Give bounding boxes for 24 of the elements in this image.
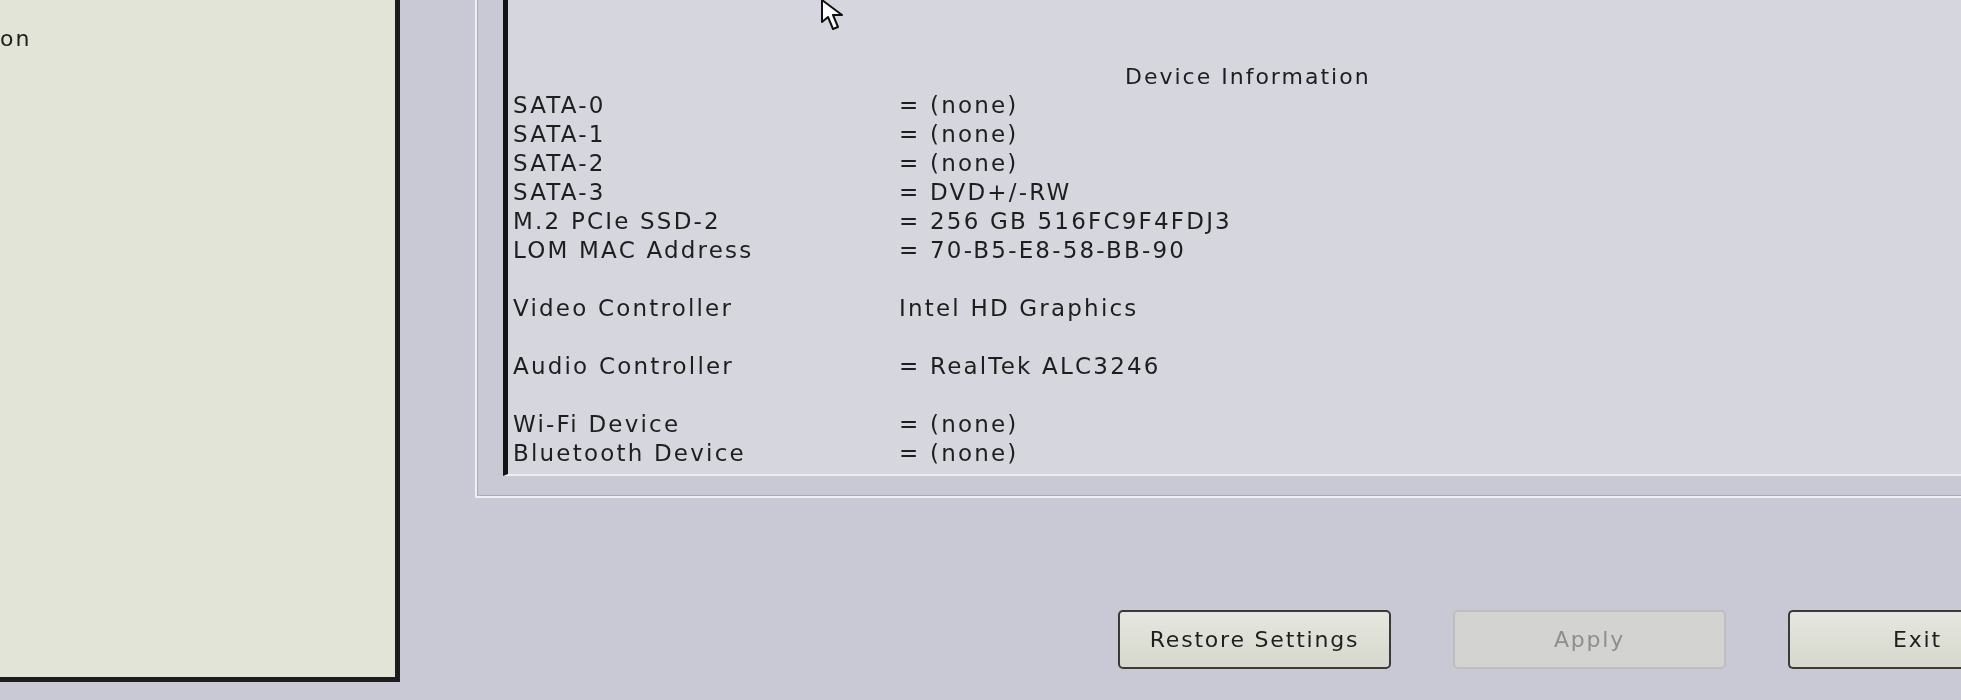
- device-value: = DVD+/-RW: [899, 178, 1072, 207]
- device-value: = (none): [899, 91, 1019, 120]
- device-label: SATA-3: [513, 178, 606, 207]
- device-value: = (none): [899, 439, 1019, 468]
- action-button[interactable]: Restore Settings: [1118, 610, 1391, 669]
- menu-item-text[interactable]: on: [0, 26, 32, 52]
- device-value: = 256 GB 516FC9F4FDJ3: [899, 207, 1232, 236]
- device-label: LOM MAC Address: [513, 236, 754, 265]
- action-button[interactable]: Exit: [1788, 610, 1961, 669]
- device-label: SATA-1: [513, 120, 606, 149]
- device-value: Intel HD Graphics: [899, 294, 1139, 323]
- device-value: = 70-B5-E8-58-BB-90: [899, 236, 1187, 265]
- device-label: Wi-Fi Device: [513, 410, 681, 439]
- device-value: = (none): [899, 149, 1019, 178]
- device-label: Video Controller: [513, 294, 734, 323]
- device-value: = (none): [899, 120, 1019, 149]
- device-value: = RealTek ALC3246: [899, 352, 1161, 381]
- device-label: Bluetooth Device: [513, 439, 746, 468]
- device-label: SATA-0: [513, 91, 606, 120]
- device-value: = (none): [899, 410, 1019, 439]
- device-label: M.2 PCIe SSD-2: [513, 207, 721, 236]
- device-label: Audio Controller: [513, 352, 735, 381]
- device-label: SATA-2: [513, 149, 606, 178]
- section-heading: Device Information: [1125, 63, 1371, 91]
